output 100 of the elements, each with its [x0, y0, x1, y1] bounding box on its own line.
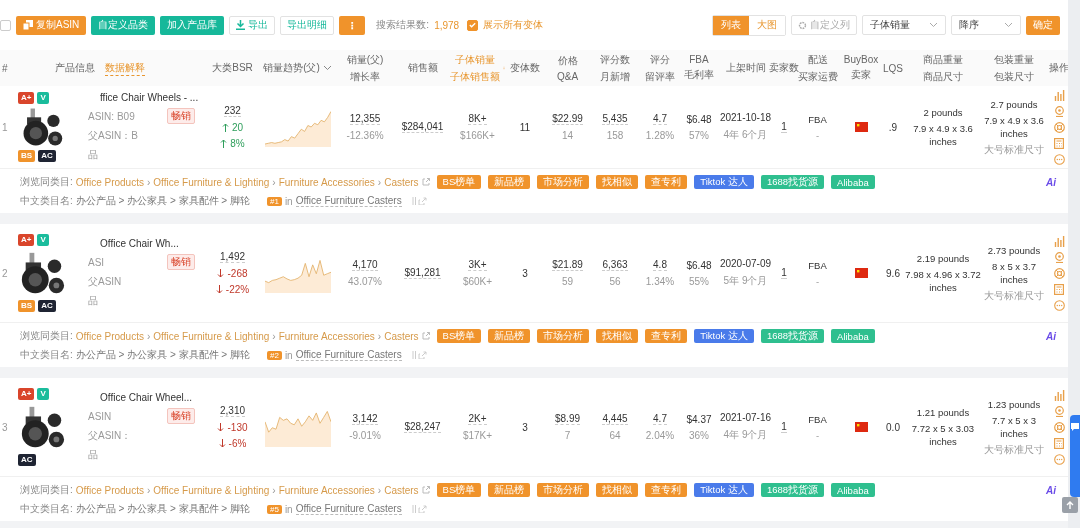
life-ring-icon[interactable]: [1053, 267, 1065, 279]
rank-category-link[interactable]: Office Furniture Casters: [295, 503, 402, 515]
seller-count[interactable]: 1: [781, 267, 787, 279]
sort-and-link-icon[interactable]: [410, 351, 427, 359]
more-icon[interactable]: [1053, 299, 1065, 311]
action-tag-button[interactable]: 查专利: [645, 175, 688, 189]
ai-button[interactable]: Ai: [1046, 484, 1056, 496]
action-tag-button[interactable]: 市场分析: [537, 483, 590, 497]
seller-count[interactable]: 1: [781, 121, 787, 133]
external-link-icon[interactable]: [421, 178, 430, 186]
external-link-icon[interactable]: [421, 486, 430, 494]
product-badge: V: [37, 388, 49, 400]
sort-field-select[interactable]: 子体销量: [862, 15, 946, 35]
listing-date: 2021-10-18: [719, 112, 772, 123]
rank-category-link[interactable]: Office Furniture Casters: [295, 349, 402, 361]
more-icon[interactable]: [1053, 153, 1065, 165]
action-tag-button[interactable]: Tiktok 达人: [694, 175, 754, 189]
pin-icon[interactable]: [1053, 405, 1065, 417]
rank-category-link[interactable]: Office Furniture Casters: [295, 195, 402, 207]
category-link[interactable]: Office Products: [75, 176, 144, 188]
toolbar-button[interactable]: 加入产品库: [160, 15, 225, 35]
action-tag-button[interactable]: BS榜单: [436, 329, 482, 343]
category-link[interactable]: Casters: [384, 176, 419, 188]
data-explain-link[interactable]: 数据解释: [105, 60, 145, 76]
category-link[interactable]: Furniture Accessories: [278, 176, 375, 188]
action-tag-button[interactable]: Alibaba: [831, 483, 875, 497]
action-tag-button[interactable]: 找相似: [596, 329, 639, 343]
calculator-icon[interactable]: [1054, 283, 1064, 295]
category-link[interactable]: Office Products: [75, 484, 144, 496]
qa-count: 14: [561, 130, 574, 141]
toolbar-button[interactable]: 自定义品类: [91, 15, 156, 35]
external-link-icon[interactable]: [421, 332, 430, 340]
column-header: 卖家数: [769, 61, 799, 73]
sort-order-select[interactable]: 降序: [951, 15, 1021, 35]
category-link[interactable]: Furniture Accessories: [278, 330, 375, 342]
variant-count: 3: [522, 267, 528, 279]
sort-and-link-icon[interactable]: [410, 197, 427, 205]
action-tag-button[interactable]: 1688找货源: [760, 175, 825, 189]
action-tag-button[interactable]: 市场分析: [537, 175, 590, 189]
action-tag-button[interactable]: 找相似: [596, 483, 639, 497]
bar-chart-icon[interactable]: [1053, 89, 1065, 101]
category-link[interactable]: Office Furniture & Lighting: [153, 484, 270, 496]
action-tag-button[interactable]: Tiktok 达人: [694, 329, 754, 343]
seller-count[interactable]: 1: [781, 421, 787, 433]
action-tag-button[interactable]: 1688找货源: [760, 483, 825, 497]
action-tag-button[interactable]: 新品榜: [488, 483, 531, 497]
chevron-icon[interactable]: [322, 65, 332, 71]
action-tag-button[interactable]: BS榜单: [436, 483, 482, 497]
item-weight: 1.21 pounds: [916, 406, 970, 419]
action-tag-button[interactable]: BS榜单: [436, 175, 482, 189]
column-header[interactable]: 子体销量 子体销售额: [450, 52, 500, 84]
chat-widget[interactable]: [1070, 415, 1080, 497]
action-tag-button[interactable]: Alibaba: [831, 175, 875, 189]
category-link[interactable]: Office Products: [75, 330, 144, 342]
category-link[interactable]: Casters: [384, 330, 419, 342]
category-link[interactable]: Casters: [384, 484, 419, 496]
ai-button[interactable]: Ai: [1046, 176, 1056, 188]
life-ring-icon[interactable]: [1053, 121, 1065, 133]
bar-chart-icon[interactable]: [1053, 389, 1065, 401]
revenue-value: $28,247: [404, 421, 441, 433]
column-header: 评分 留评率: [645, 52, 675, 84]
sort-and-link-icon[interactable]: [410, 505, 427, 513]
action-tag-button[interactable]: 市场分析: [537, 329, 590, 343]
action-tag-button[interactable]: 1688找货源: [760, 329, 825, 343]
ai-button[interactable]: Ai: [1046, 330, 1056, 342]
product-title[interactable]: Office Chair Wheel...: [100, 392, 193, 403]
column-header[interactable]: 销量趋势(父): [263, 61, 320, 75]
pin-icon[interactable]: [1053, 251, 1065, 263]
lqs-score: .9: [888, 121, 898, 133]
more-icon[interactable]: [1053, 453, 1065, 465]
listing-age: 5年 9个月: [723, 274, 768, 288]
action-tag-button[interactable]: 新品榜: [488, 175, 531, 189]
toolbar-button[interactable]: 导出: [229, 15, 276, 35]
category-link[interactable]: Office Furniture & Lighting: [153, 176, 270, 188]
action-tag-button[interactable]: Tiktok 达人: [694, 483, 754, 497]
toolbar-button[interactable]: ⋮: [339, 15, 366, 35]
select-all-checkbox[interactable]: [0, 19, 11, 31]
category-link[interactable]: Office Furniture & Lighting: [153, 330, 270, 342]
product-title[interactable]: ffice Chair Wheels - ...: [100, 92, 199, 103]
view-tab[interactable]: 列表: [713, 15, 749, 35]
action-tag-button[interactable]: 查专利: [645, 329, 688, 343]
calculator-icon[interactable]: [1054, 437, 1064, 449]
scroll-top-button[interactable]: [1062, 497, 1078, 513]
toolbar-button[interactable]: 导出明细: [280, 15, 335, 35]
product-title[interactable]: Office Chair Wh...: [100, 238, 179, 249]
confirm-button[interactable]: 确定: [1026, 15, 1060, 35]
toolbar-button[interactable]: 复制ASIN: [16, 15, 87, 35]
fba-fee: $4.37: [686, 413, 712, 425]
bar-chart-icon[interactable]: [1053, 235, 1065, 247]
variants-checkbox[interactable]: [467, 19, 479, 31]
pin-icon[interactable]: [1053, 105, 1065, 117]
action-tag-button[interactable]: 新品榜: [488, 329, 531, 343]
action-tag-button[interactable]: Alibaba: [831, 329, 875, 343]
action-tag-button[interactable]: 找相似: [596, 175, 639, 189]
life-ring-icon[interactable]: [1053, 421, 1065, 433]
action-tag-button[interactable]: 查专利: [645, 483, 688, 497]
category-link[interactable]: Furniture Accessories: [278, 484, 375, 496]
package-weight: 2.73 pounds: [987, 244, 1041, 257]
listing-date: 2020-07-09: [719, 258, 772, 269]
calculator-icon[interactable]: [1054, 137, 1064, 149]
